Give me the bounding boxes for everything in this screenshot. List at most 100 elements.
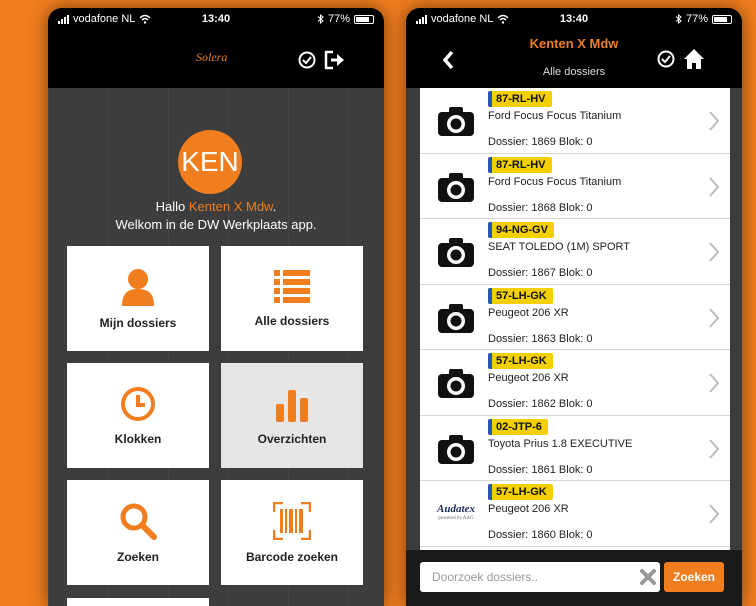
wifi-icon <box>497 14 509 24</box>
license-plate: 87-RL-HV <box>488 156 552 173</box>
dossier-thumbnail <box>426 231 486 273</box>
dossier-thumbnail <box>426 100 486 142</box>
search-icon <box>120 503 157 540</box>
dossier-info: Dossier: 1869 Blok: 0 <box>488 136 593 148</box>
list-navbar: Kenten X Mdw Alle dossiers <box>406 30 742 88</box>
dossier-thumbnail: Audatex powered by AAG <box>426 493 486 535</box>
search-bar: Zoeken <box>406 550 742 606</box>
camera-icon <box>438 238 474 267</box>
welcome-text: Welkom in de DW Werkplaats app. <box>115 217 317 232</box>
signal-icon <box>416 14 427 24</box>
dossier-thumbnail <box>426 166 486 208</box>
list-item[interactable]: 02-JTP-6 Toyota Prius 1.8 EXECUTIVE Dossie… <box>420 416 730 481</box>
license-plate: 87-RL-HV <box>488 91 552 107</box>
chevron-right-icon <box>709 176 720 197</box>
license-plate: 57-LH-GK <box>488 287 553 304</box>
greeting-user-name: Kenten X Mdw <box>188 199 273 214</box>
vehicle-name: Peugeot 206 XR <box>488 306 569 319</box>
battery-icon <box>354 14 374 24</box>
list-icon <box>274 269 310 303</box>
avatar: KEN <box>178 130 242 194</box>
home-screen: vodafone NL 13:40 77% Solera KEN Hallo K… <box>48 8 384 606</box>
dossier-info: Dossier: 1863 Blok: 0 <box>488 332 593 345</box>
dossier-thumbnail <box>426 362 486 404</box>
greeting-prefix: Hallo <box>155 199 189 214</box>
logout-icon[interactable] <box>324 50 346 70</box>
list-item[interactable]: Audatex powered by AAG 57-LH-GK Peugeot 206… <box>420 481 730 547</box>
dossier-info: Dossier: 1867 Blok: 0 <box>488 267 593 279</box>
license-plate: 57-LH-GK <box>488 353 553 369</box>
tile-zoeken[interactable]: Zoeken <box>67 480 209 585</box>
tile-alle-dossiers[interactable]: Alle dossiers <box>221 246 363 351</box>
battery-percent: 77% <box>327 13 350 25</box>
list-item[interactable]: 94-NG-GV SEAT TOLEDO (1M) SPORT Dossier: 1… <box>420 219 730 285</box>
tile-label: Barcode zoeken <box>245 549 339 564</box>
tile-label: Zoeken <box>116 549 159 564</box>
carrier-label: vodafone NL <box>431 13 494 25</box>
list-item[interactable]: 87-RL-HV Ford Focus Focus Titanium Dossier… <box>420 154 730 219</box>
vehicle-name: Peugeot 206 XR <box>488 503 569 515</box>
chevron-right-icon <box>709 111 720 131</box>
checkmark-circle-icon[interactable] <box>298 51 316 69</box>
chevron-right-icon <box>709 438 720 459</box>
list-item[interactable]: 57-LH-GK Peugeot 206 XR Dossier: 1863 Blok… <box>420 285 730 350</box>
bar-chart-icon <box>276 389 308 422</box>
tile-overzichten[interactable]: Overzichten <box>221 363 363 468</box>
chevron-right-icon <box>709 504 720 524</box>
vehicle-name: Toyota Prius 1.8 EXECUTIVE <box>488 437 633 450</box>
dossier-info: Dossier: 1860 Blok: 0 <box>488 529 593 541</box>
camera-icon <box>438 303 474 333</box>
search-input[interactable] <box>420 562 660 592</box>
clear-icon[interactable] <box>640 569 656 585</box>
solera-logo: Solera <box>196 50 228 64</box>
license-plate: 94-NG-GV <box>488 222 554 238</box>
battery-percent: 77% <box>685 13 708 25</box>
camera-icon <box>438 369 474 398</box>
dossier-thumbnail <box>426 297 486 339</box>
home-body: KEN Hallo Kenten X Mdw. Welkom in de DW … <box>48 88 384 606</box>
vehicle-name: Peugeot 206 XR <box>488 372 569 384</box>
vehicle-name: Ford Focus Focus Titanium <box>488 110 622 122</box>
list-item[interactable]: 87-RL-HV Ford Focus Focus Titanium Dossier… <box>420 88 730 154</box>
license-plate: 02-JTP-6 <box>488 418 548 435</box>
tile-klokken[interactable]: Klokken <box>67 363 209 468</box>
dossier-info: Dossier: 1862 Blok: 0 <box>488 398 593 410</box>
signal-icon <box>58 14 69 24</box>
vehicle-name: SEAT TOLEDO (1M) SPORT <box>488 241 631 253</box>
chevron-right-icon <box>709 242 720 262</box>
home-icon[interactable] <box>683 48 705 70</box>
audatex-logo: Audatex powered by AAG <box>437 503 475 522</box>
dossier-info: Dossier: 1861 Blok: 0 <box>488 463 593 476</box>
status-bar: vodafone NL 13:40 77% <box>48 8 384 30</box>
tile-label: Mijn dossiers <box>99 315 177 330</box>
tile-label: Overzichten <box>257 431 327 446</box>
dossier-info: Dossier: 1868 Blok: 0 <box>488 201 593 214</box>
chevron-right-icon <box>709 373 720 393</box>
carrier-label: vodafone NL <box>73 13 136 25</box>
vehicle-name: Ford Focus Focus Titanium <box>488 175 622 188</box>
tile-mijn-dossiers[interactable]: Mijn dossiers <box>67 246 209 351</box>
search-button[interactable]: Zoeken <box>664 562 724 592</box>
home-navbar: Solera <box>48 30 384 88</box>
bluetooth-icon <box>675 14 682 24</box>
tile-label: Klokken <box>114 431 162 446</box>
battery-icon <box>712 14 732 24</box>
dossier-list-screen: vodafone NL 13:40 77% Kenten X Mdw Alle … <box>406 8 742 606</box>
dossier-list: 87-RL-HV Ford Focus Focus Titanium Dossier… <box>420 88 730 550</box>
greeting-text: Hallo Kenten X Mdw. Welkom in de DW Werk… <box>48 198 384 234</box>
wifi-icon <box>139 14 151 24</box>
dossier-thumbnail <box>426 428 486 470</box>
tile-label: Alle dossiers <box>254 313 330 328</box>
bluetooth-icon <box>317 14 324 24</box>
license-plate: 57-LH-GK <box>488 484 553 500</box>
camera-icon <box>438 107 474 136</box>
barcode-icon <box>273 501 311 540</box>
greeting-suffix: . <box>272 199 277 214</box>
checkmark-circle-icon[interactable] <box>657 50 675 68</box>
person-icon <box>122 268 154 306</box>
chevron-right-icon <box>709 307 720 328</box>
camera-icon <box>438 434 474 464</box>
tile-barcode-zoeken[interactable]: Barcode zoeken <box>221 480 363 585</box>
camera-icon <box>438 172 474 202</box>
list-item[interactable]: 57-LH-GK Peugeot 206 XR Dossier: 1862 Blok… <box>420 350 730 416</box>
